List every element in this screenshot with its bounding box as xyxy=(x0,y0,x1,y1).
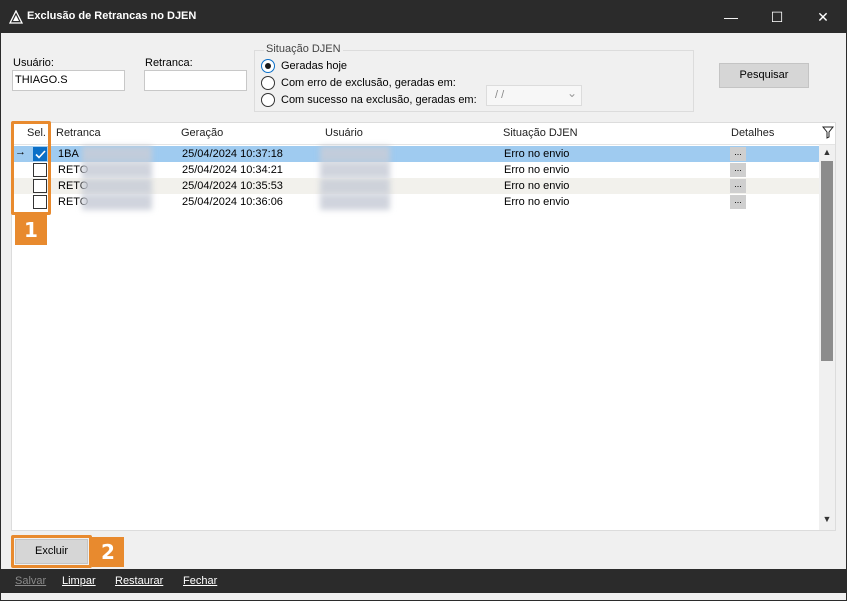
fechar-link[interactable]: Fechar xyxy=(183,575,217,587)
callout-1-badge: 1 xyxy=(15,215,47,245)
cell-retranca: 1BA xyxy=(58,148,79,160)
detalhes-button[interactable]: ... xyxy=(730,195,746,209)
app-window: Exclusão de Retrancas no DJEN — ☐ ✕ Usuá… xyxy=(0,0,847,601)
window-title: Exclusão de Retrancas no DJEN xyxy=(27,10,197,22)
callout-2-badge: 2 xyxy=(92,537,124,567)
bottom-action-bar: Salvar Limpar Restaurar Fechar xyxy=(1,569,846,593)
cell-geracao: 25/04/2024 10:36:06 xyxy=(182,196,283,208)
col-header-retranca[interactable]: Retranca xyxy=(56,127,101,139)
radio-com-sucesso[interactable]: Com sucesso na exclusão, geradas em: xyxy=(261,92,477,108)
col-header-detalhes[interactable]: Detalhes xyxy=(731,127,774,139)
usuario-label: Usuário: xyxy=(13,57,54,69)
table-row[interactable]: → 1BA 25/04/2024 10:37:18 Erro no envio … xyxy=(12,146,819,162)
grid-header: Sel. Retranca Geração Usuário Situação D… xyxy=(12,123,835,145)
table-row[interactable]: RETO 25/04/2024 10:36:06 Erro no envio .… xyxy=(12,194,819,210)
table-row[interactable]: RETO 25/04/2024 10:34:21 Erro no envio .… xyxy=(12,162,819,178)
scroll-thumb[interactable] xyxy=(821,161,833,361)
usuario-input[interactable]: THIAGO.S xyxy=(12,70,125,91)
maximize-button[interactable]: ☐ xyxy=(754,1,800,33)
retranca-input[interactable] xyxy=(144,70,247,91)
chevron-down-icon: ⌄ xyxy=(566,86,577,100)
radio-button-checked[interactable] xyxy=(261,59,275,73)
detalhes-button[interactable]: ... xyxy=(730,179,746,193)
radio-button[interactable] xyxy=(261,76,275,90)
filter-icon[interactable] xyxy=(822,126,834,140)
col-header-situacao[interactable]: Situação DJEN xyxy=(503,127,578,139)
minimize-button[interactable]: — xyxy=(708,1,754,33)
redacted-area xyxy=(320,194,390,210)
redacted-area xyxy=(82,194,152,210)
scroll-up-icon[interactable]: ▲ xyxy=(819,147,835,161)
vertical-scrollbar[interactable]: ▲ ▼ xyxy=(819,145,835,530)
cell-situacao: Erro no envio xyxy=(504,180,570,192)
col-header-usuario[interactable]: Usuário xyxy=(325,127,363,139)
cell-situacao: Erro no envio xyxy=(504,196,570,208)
salvar-link[interactable]: Salvar xyxy=(15,575,46,587)
cell-situacao: Erro no envio xyxy=(504,148,570,160)
redacted-area xyxy=(82,162,152,178)
redacted-area xyxy=(320,178,390,194)
radio-label: Com sucesso na exclusão, geradas em: xyxy=(281,94,477,106)
scroll-down-icon[interactable]: ▼ xyxy=(819,514,835,528)
radio-geradas-hoje[interactable]: Geradas hoje xyxy=(261,58,347,74)
restaurar-link[interactable]: Restaurar xyxy=(115,575,163,587)
date-value: / / xyxy=(495,89,505,101)
radio-com-erro[interactable]: Com erro de exclusão, geradas em: xyxy=(261,75,456,91)
redacted-area xyxy=(320,146,390,162)
title-bar[interactable]: Exclusão de Retrancas no DJEN — ☐ ✕ xyxy=(1,1,846,33)
col-header-geracao[interactable]: Geração xyxy=(181,127,223,139)
radio-button[interactable] xyxy=(261,93,275,107)
redacted-area xyxy=(82,146,152,162)
pesquisar-button[interactable]: Pesquisar xyxy=(719,63,809,88)
redacted-area xyxy=(82,178,152,194)
radio-label: Com erro de exclusão, geradas em: xyxy=(281,77,456,89)
date-dropdown[interactable]: / / ⌄ xyxy=(486,85,582,106)
results-grid: Sel. Retranca Geração Usuário Situação D… xyxy=(11,122,836,531)
limpar-link[interactable]: Limpar xyxy=(62,575,96,587)
redacted-area xyxy=(320,162,390,178)
app-logo-icon xyxy=(9,10,23,24)
cell-geracao: 25/04/2024 10:34:21 xyxy=(182,164,283,176)
table-row[interactable]: RETO 25/04/2024 10:35:53 Erro no envio .… xyxy=(12,178,819,194)
retranca-label: Retranca: xyxy=(145,57,193,69)
cell-geracao: 25/04/2024 10:37:18 xyxy=(182,148,283,160)
detalhes-button[interactable]: ... xyxy=(730,147,746,161)
cell-situacao: Erro no envio xyxy=(504,164,570,176)
detalhes-button[interactable]: ... xyxy=(730,163,746,177)
callout-1-highlight xyxy=(11,121,51,215)
cell-geracao: 25/04/2024 10:35:53 xyxy=(182,180,283,192)
situacao-group-title: Situação DJEN xyxy=(264,43,343,55)
radio-label: Geradas hoje xyxy=(281,60,348,72)
close-button[interactable]: ✕ xyxy=(800,1,846,33)
callout-2-highlight xyxy=(11,535,92,568)
